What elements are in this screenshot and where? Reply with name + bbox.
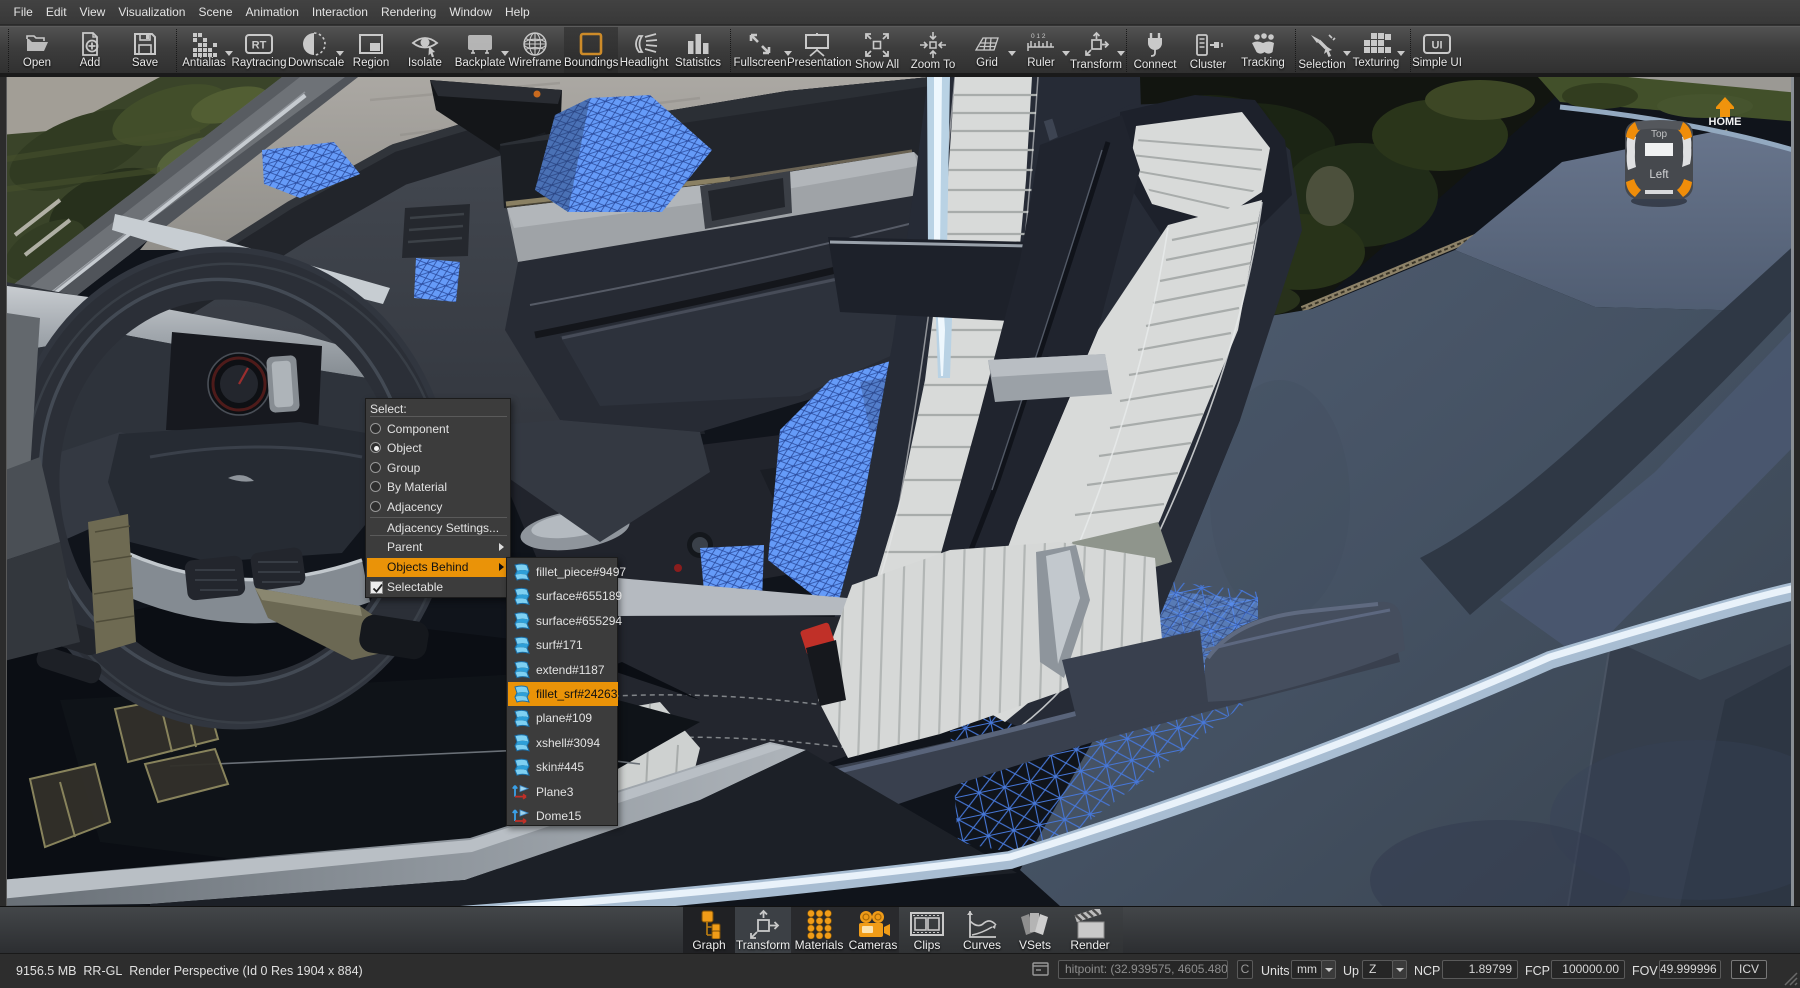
svg-text:Top: Top xyxy=(1651,129,1668,140)
svg-text:RT: RT xyxy=(252,40,267,52)
svg-text:0 1 2: 0 1 2 xyxy=(1031,33,1046,40)
svg-text:HOME: HOME xyxy=(1709,116,1742,128)
svg-text:UI: UI xyxy=(1432,40,1443,52)
svg-text:Left: Left xyxy=(1649,169,1669,181)
